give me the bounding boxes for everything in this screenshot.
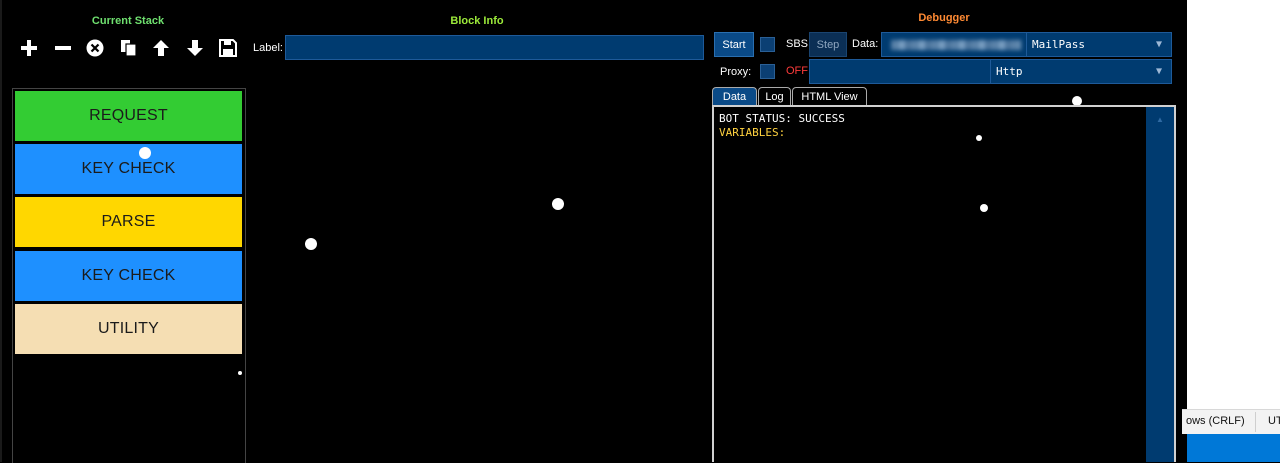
block-key-check[interactable]: KEY CHECK [15,144,242,194]
proxy-label: Proxy: [720,66,752,78]
cursor-dot [976,135,982,141]
cursor-dot [980,204,988,212]
remove-icon[interactable] [51,36,75,60]
block-key-check[interactable]: KEY CHECK [15,251,242,301]
block-parse[interactable]: PARSE [15,197,242,247]
block-info-title: Block Info [450,15,504,27]
move-up-icon[interactable] [149,36,173,60]
sbs-checkbox[interactable] [760,37,775,52]
wordlist-type-value: MailPass [1032,38,1085,51]
proxy-input[interactable] [809,59,991,84]
taskbar-edge [1187,434,1280,462]
scroll-up-icon[interactable]: ▲ [1146,115,1174,124]
encoding-status[interactable]: UT [1268,415,1280,427]
cursor-dot [305,238,317,250]
label-caption: Label: [253,42,283,54]
wordlist-type-select[interactable]: MailPass ▼ [1026,32,1172,57]
test-data-input[interactable] [881,32,1027,57]
chevron-down-icon: ▼ [1155,66,1163,77]
block-stack-list: REQUEST KEY CHECK PARSE KEY CHECK UTILIT… [12,88,246,463]
chevron-down-icon: ▼ [1155,39,1163,50]
tab-log[interactable]: Log [758,87,791,105]
block-utility[interactable]: UTILITY [15,304,242,354]
window-edge [0,0,2,462]
editor-status-bar: ows (CRLF) UT [1182,409,1280,434]
proxy-state: OFF [786,65,808,77]
add-icon[interactable] [17,36,41,60]
cursor-dot [552,198,564,210]
line-ending-status[interactable]: ows (CRLF) [1186,415,1245,427]
output-scrollbar[interactable]: ▲ [1146,107,1174,462]
cursor-dot [238,371,242,375]
start-button[interactable]: Start [714,32,754,57]
app-window: Current Stack Block Info Debugger REQUES… [0,0,1187,463]
tab-data[interactable]: Data [712,87,757,105]
move-down-icon[interactable] [183,36,207,60]
data-label: Data: [852,38,879,50]
proxy-checkbox[interactable] [760,64,775,79]
save-icon[interactable] [216,36,240,60]
bot-status-line: BOT STATUS: SUCCESS [719,112,845,125]
tab-html-view[interactable]: HTML View [792,87,867,105]
proxy-type-value: Http [996,65,1023,78]
clone-icon[interactable] [116,36,140,60]
cursor-dot [139,147,151,159]
block-label-input[interactable] [285,35,704,60]
current-stack-title: Current Stack [91,15,165,27]
sbs-label: SBS [786,38,809,50]
background-window [1187,0,1280,462]
proxy-type-select[interactable]: Http ▼ [990,59,1172,84]
step-button[interactable]: Step [809,32,847,57]
clear-icon[interactable] [83,36,107,60]
debugger-output-panel[interactable]: BOT STATUS: SUCCESS VARIABLES: ▲ [712,105,1176,462]
variables-line: VARIABLES: [719,126,786,139]
debugger-title: Debugger [918,12,970,24]
block-request[interactable]: REQUEST [15,91,242,141]
status-divider [1255,412,1256,432]
redacted-data [891,40,1021,50]
